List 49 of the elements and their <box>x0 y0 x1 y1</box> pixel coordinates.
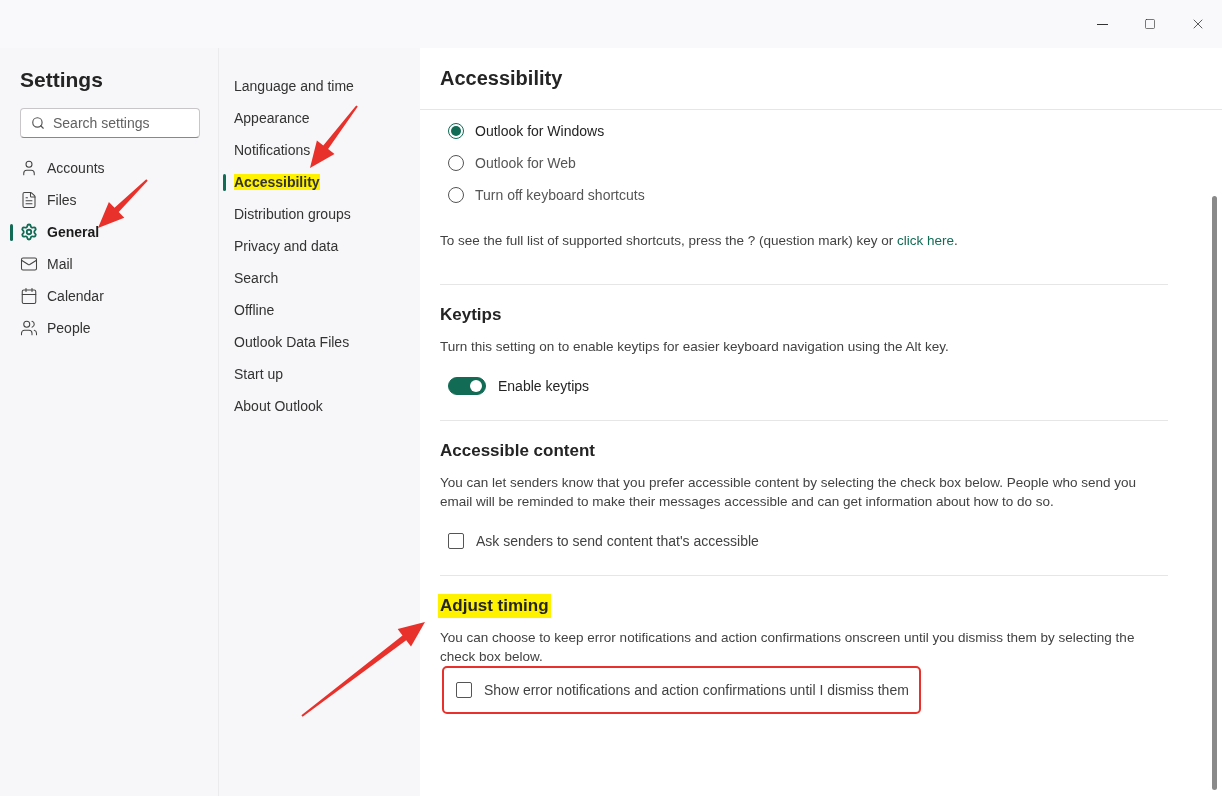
subnav-item[interactable]: Notifications <box>219 134 420 166</box>
section-description: You can choose to keep error notifications and action confirmations onscreen until you dismiss them by selecting the check box below. <box>440 629 1136 666</box>
section-heading: Adjust timing <box>438 594 551 618</box>
nav-item[interactable]: Accounts <box>10 152 200 184</box>
nav-item[interactable]: Calendar <box>10 280 200 312</box>
search-input[interactable]: Search settings <box>53 115 189 131</box>
checkbox[interactable] <box>456 682 472 698</box>
search-icon <box>31 116 45 130</box>
minimize-icon <box>1096 23 1108 25</box>
panel-title: Accessibility <box>420 48 1222 110</box>
subnav-item[interactable]: Start up <box>219 358 420 390</box>
nav-item[interactable]: Files <box>10 184 200 216</box>
radio-label: Turn off keyboard shortcuts <box>475 187 645 203</box>
nav-item[interactable]: General <box>10 216 200 248</box>
nav-item[interactable]: Mail <box>10 248 200 280</box>
maximize-icon <box>1144 18 1156 30</box>
settings-title: Settings <box>20 68 104 93</box>
envelope-icon <box>20 255 38 273</box>
section-description: Turn this setting on to enable keytips for easier keyboard navigation using the Alt key. <box>440 338 950 356</box>
people-icon <box>20 319 38 337</box>
checkbox-label: Show error notifications and action confirmations until I dismiss them <box>484 682 909 698</box>
subnav-item[interactable]: Privacy and data <box>219 230 420 262</box>
nav-item[interactable]: People <box>10 312 200 344</box>
person-icon <box>20 159 38 177</box>
radio-label: Outlook for Web <box>475 155 576 171</box>
subnav-item[interactable]: Accessibility <box>219 166 420 198</box>
annotation-arrow <box>98 179 148 228</box>
subnav-item[interactable]: About Outlook <box>219 390 420 422</box>
section-heading: Accessible content <box>439 440 596 462</box>
subnav-item[interactable]: Outlook Data Files <box>219 326 420 358</box>
subnav-item[interactable]: Distribution groups <box>219 198 420 230</box>
toggle-label: Enable keytips <box>498 378 590 394</box>
click-here-link[interactable]: click here <box>896 233 954 248</box>
subnav-item[interactable]: Appearance <box>219 102 420 134</box>
subnav-item[interactable]: Offline <box>219 294 420 326</box>
annotation-arrow <box>310 105 358 168</box>
calendar-icon <box>20 287 38 305</box>
section-description: You can let senders know that you prefer accessible content by selecting the check box below. People who send you email will be reminded to make their messages accessible and can get information about how to do so. <box>440 474 1137 511</box>
section-heading: Keytips <box>439 304 503 326</box>
search-field[interactable]: Search settings <box>20 108 200 138</box>
checkbox-label: Ask senders to send content that's accessible <box>476 533 759 549</box>
document-icon <box>20 191 38 209</box>
gear-icon <box>20 223 38 241</box>
checkbox[interactable] <box>448 533 464 549</box>
shortcuts-note: To see the full list of supported shortcuts, press the ? (question mark) key or click here. <box>440 233 959 248</box>
toggle-switch[interactable] <box>448 377 486 395</box>
radio-label: Outlook for Windows <box>475 123 605 139</box>
subnav-item[interactable]: Language and time <box>219 70 420 102</box>
subnav-item[interactable]: Search <box>219 262 420 294</box>
